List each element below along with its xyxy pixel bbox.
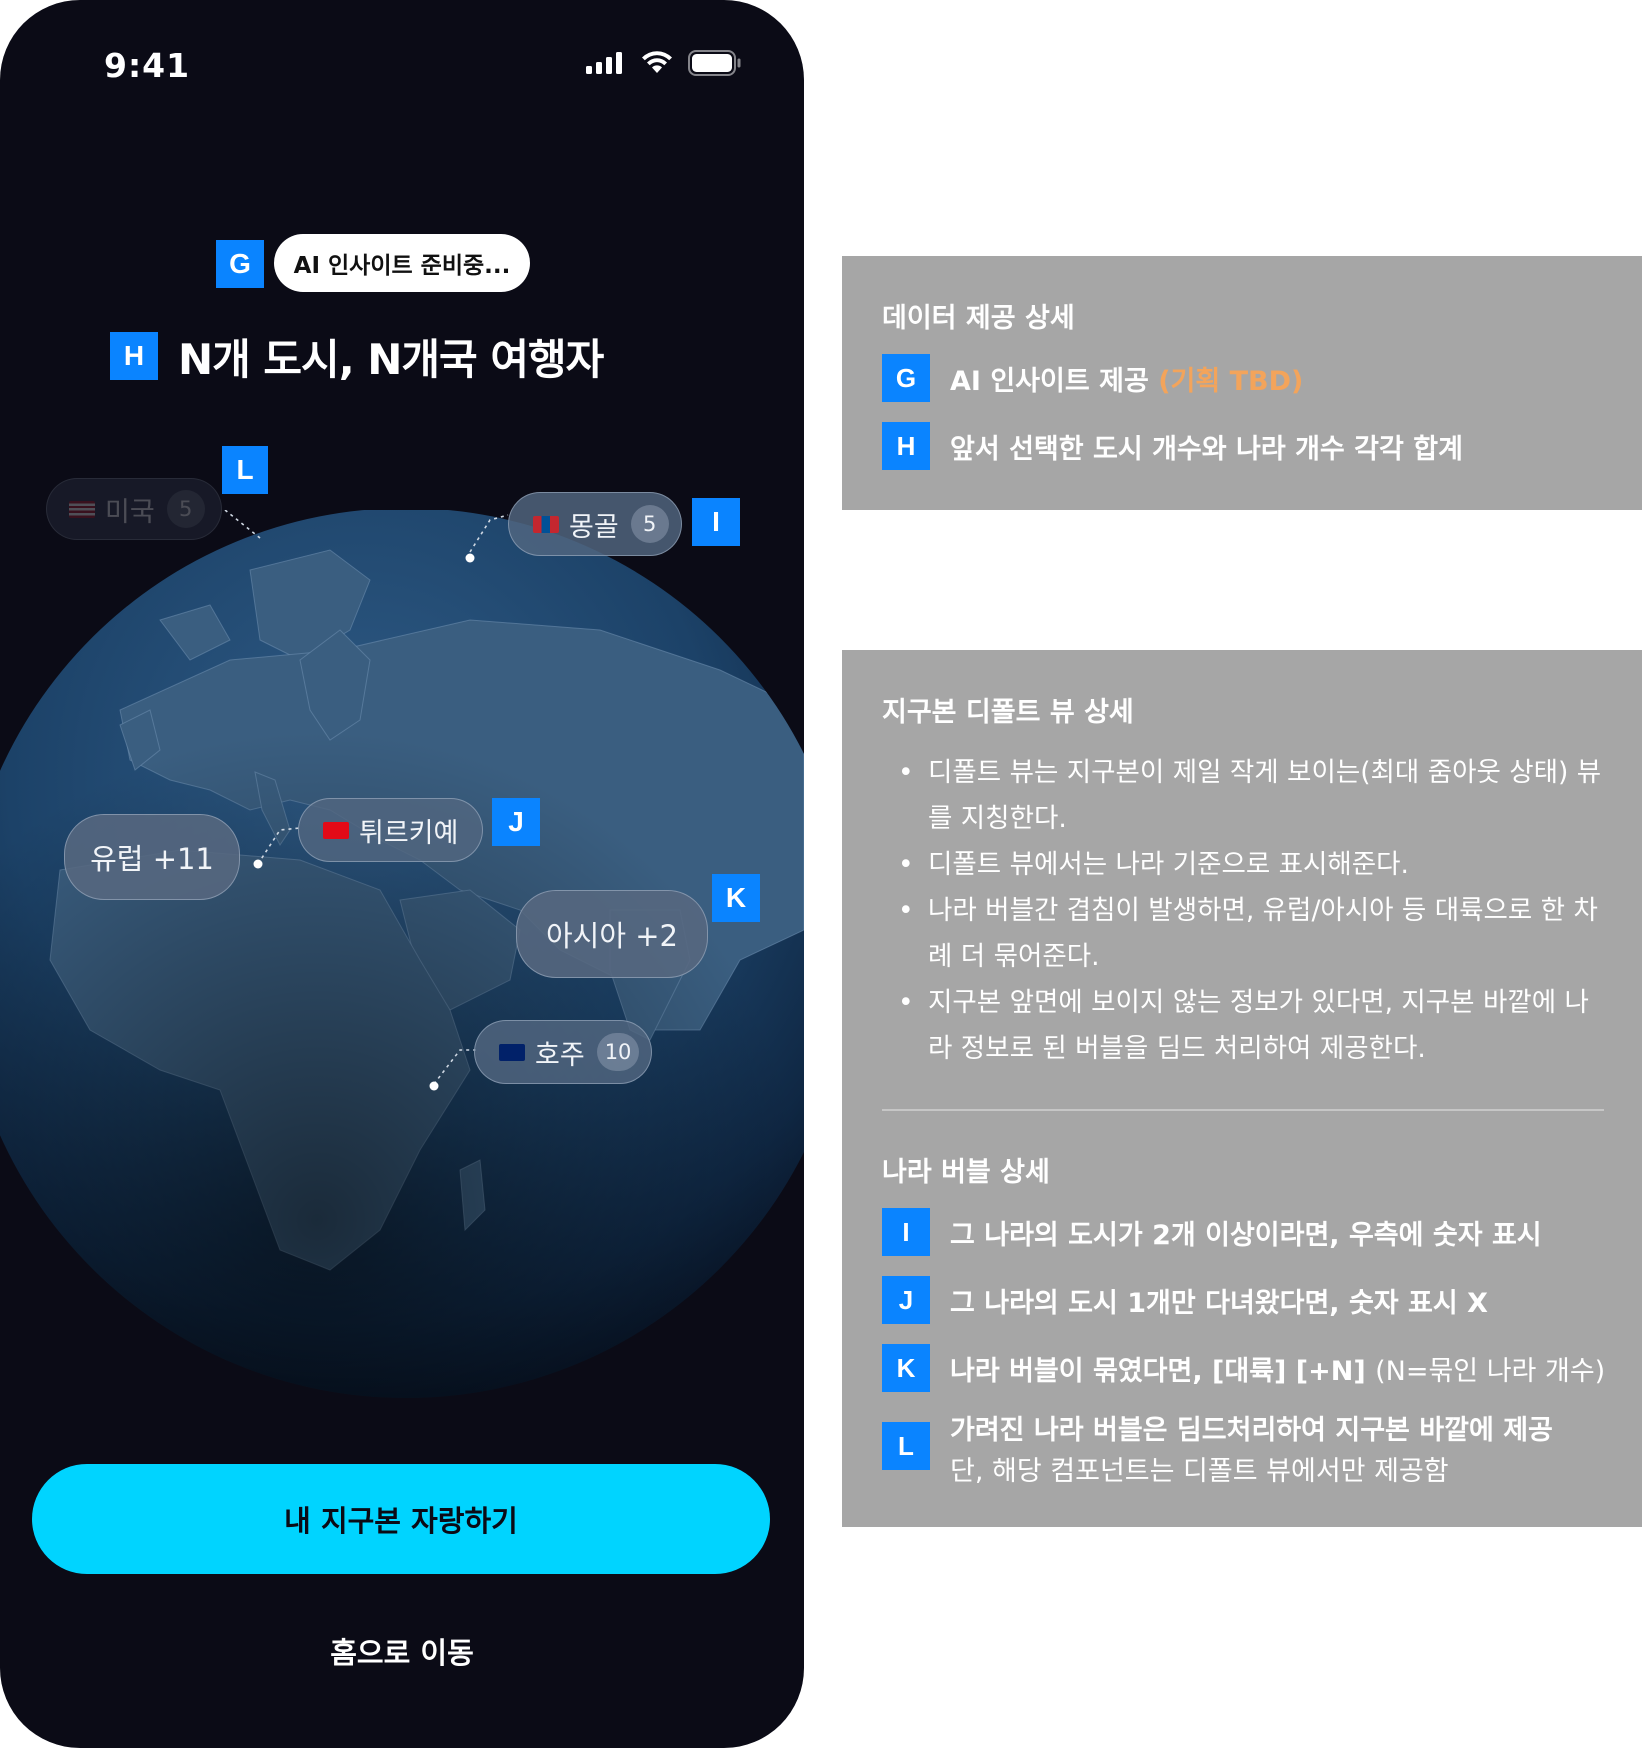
bubble-count: 10 — [596, 1033, 640, 1071]
annotation-i: I 그 나라의 도시가 2개 이상이라면, 우측에 숫자 표시 — [882, 1208, 1542, 1256]
list-item: 지구본 앞면에 보이지 않는 정보가 있다면, 지구본 바깥에 나라 정보로 된… — [882, 980, 1602, 1072]
panel-title: 데이터 제공 상세 — [882, 303, 1075, 334]
marker-g: G — [216, 240, 264, 288]
country-bubble-australia[interactable]: 호주 10 — [474, 1020, 653, 1084]
annotation-text: 가려진 나라 버블은 딤드처리하여 지구본 바깥에 제공 단, 해당 컴포넌트는… — [950, 1408, 1553, 1488]
list-item: 나라 버블간 겹침이 발생하면, 유럽/아시아 등 대륙으로 한 차례 더 묶어… — [882, 888, 1602, 980]
annotation-k-text: 나라 버블이 묶였다면, [대륙] [+N] — [950, 1355, 1366, 1387]
go-home-link[interactable]: 홈으로 이동 — [0, 1630, 804, 1672]
bubble-label: 튀르키예 — [359, 817, 459, 849]
annotation-g: G AI 인사이트 제공 (기획 TBD) — [882, 354, 1303, 402]
country-bubble-usa[interactable]: 미국 5 — [46, 478, 222, 540]
bubble-label: 몽골 — [569, 511, 619, 543]
tag-i: I — [882, 1208, 930, 1256]
share-globe-button[interactable]: 내 지구본 자랑하기 — [32, 1464, 770, 1574]
annotation-j-text: 그 나라의 도시 1개만 다녀왔다면, 숫자 표시 X — [950, 1287, 1488, 1319]
phone-screen: 9:41 G AI 인사이트 준비중... H N개 도시, N개국 여행자 L… — [0, 0, 804, 1748]
panel-subtitle: 나라 버블 상세 — [882, 1157, 1050, 1188]
bubble-count: 5 — [166, 490, 205, 528]
page-title: N개 도시, N개국 여행자 — [178, 335, 604, 384]
flag-australia-icon — [499, 1043, 525, 1061]
country-bubble-mongolia[interactable]: 몽골 5 — [508, 492, 682, 556]
annotation-k: K 나라 버블이 묶였다면, [대륙] [+N] (N=묶인 나라 개수) — [882, 1344, 1605, 1392]
bubble-label: 호주 — [535, 1039, 585, 1071]
annotation-l-text: 가려진 나라 버블은 딤드처리하여 지구본 바깥에 제공 — [950, 1415, 1553, 1446]
annotation-h-text: 앞서 선택한 도시 개수와 나라 개수 각각 합계 — [950, 433, 1463, 465]
tag-k: K — [882, 1344, 930, 1392]
annotation-l-sub: 단, 해당 컴포넌트는 디폴트 뷰에서만 제공함 — [950, 1456, 1449, 1487]
ai-insight-pill: AI 인사이트 준비중... — [274, 234, 530, 292]
marker-i: I — [692, 498, 740, 546]
list-item: 디폴트 뷰는 지구본이 제일 작게 보이는(최대 줌아웃 상태) 뷰를 지칭한다… — [882, 750, 1602, 842]
flag-usa-icon — [69, 500, 95, 518]
marker-h: H — [110, 332, 158, 380]
marker-j: J — [492, 798, 540, 846]
annotation-h: H 앞서 선택한 도시 개수와 나라 개수 각각 합계 — [882, 422, 1463, 470]
divider — [882, 1109, 1604, 1111]
annotation-g-tbd: (기획 TBD) — [1158, 365, 1304, 397]
wifi-icon — [642, 51, 672, 73]
status-icons — [586, 50, 742, 76]
battery-icon — [688, 50, 741, 76]
annotation-text: AI 인사이트 제공 (기획 TBD) — [950, 359, 1303, 398]
marker-l: L — [222, 446, 268, 494]
list-item: 디폴트 뷰에서는 나라 기준으로 표시해준다. — [882, 842, 1602, 888]
tag-j: J — [882, 1276, 930, 1324]
globe-spec-list: 디폴트 뷰는 지구본이 제일 작게 보이는(최대 줌아웃 상태) 뷰를 지칭한다… — [882, 750, 1602, 1072]
annotation-j: J 그 나라의 도시 1개만 다녀왔다면, 숫자 표시 X — [882, 1276, 1488, 1324]
data-spec-panel: 데이터 제공 상세 G AI 인사이트 제공 (기획 TBD) H 앞서 선택한… — [842, 256, 1642, 510]
flag-mongolia-icon — [533, 515, 559, 533]
continent-bubble-europe[interactable]: 유럽 +11 — [64, 814, 240, 900]
status-time: 9:41 — [104, 46, 191, 85]
panel-title: 지구본 디폴트 뷰 상세 — [882, 697, 1134, 728]
continent-bubble-asia[interactable]: 아시아 +2 — [516, 890, 708, 978]
annotation-text: 나라 버블이 묶였다면, [대륙] [+N] (N=묶인 나라 개수) — [950, 1349, 1605, 1388]
bubble-count: 5 — [630, 505, 669, 543]
tag-l: L — [882, 1422, 930, 1470]
annotation-k-note: (N=묶인 나라 개수) — [1375, 1355, 1606, 1387]
country-bubble-turkey[interactable]: 튀르키예 — [298, 798, 484, 862]
globe-spec-panel: 지구본 디폴트 뷰 상세 디폴트 뷰는 지구본이 제일 작게 보이는(최대 줌아… — [842, 650, 1642, 1527]
annotation-g-text: AI 인사이트 제공 — [950, 365, 1149, 397]
tag-h: H — [882, 422, 930, 470]
marker-k: K — [712, 874, 760, 922]
tag-g: G — [882, 354, 930, 402]
flag-turkey-icon — [323, 821, 349, 839]
bubble-label: 미국 — [105, 496, 155, 528]
annotation-i-text: 그 나라의 도시가 2개 이상이라면, 우측에 숫자 표시 — [950, 1219, 1542, 1251]
signal-icon — [586, 52, 622, 74]
annotation-l: L 가려진 나라 버블은 딤드처리하여 지구본 바깥에 제공 단, 해당 컴포넌… — [882, 1408, 1553, 1488]
